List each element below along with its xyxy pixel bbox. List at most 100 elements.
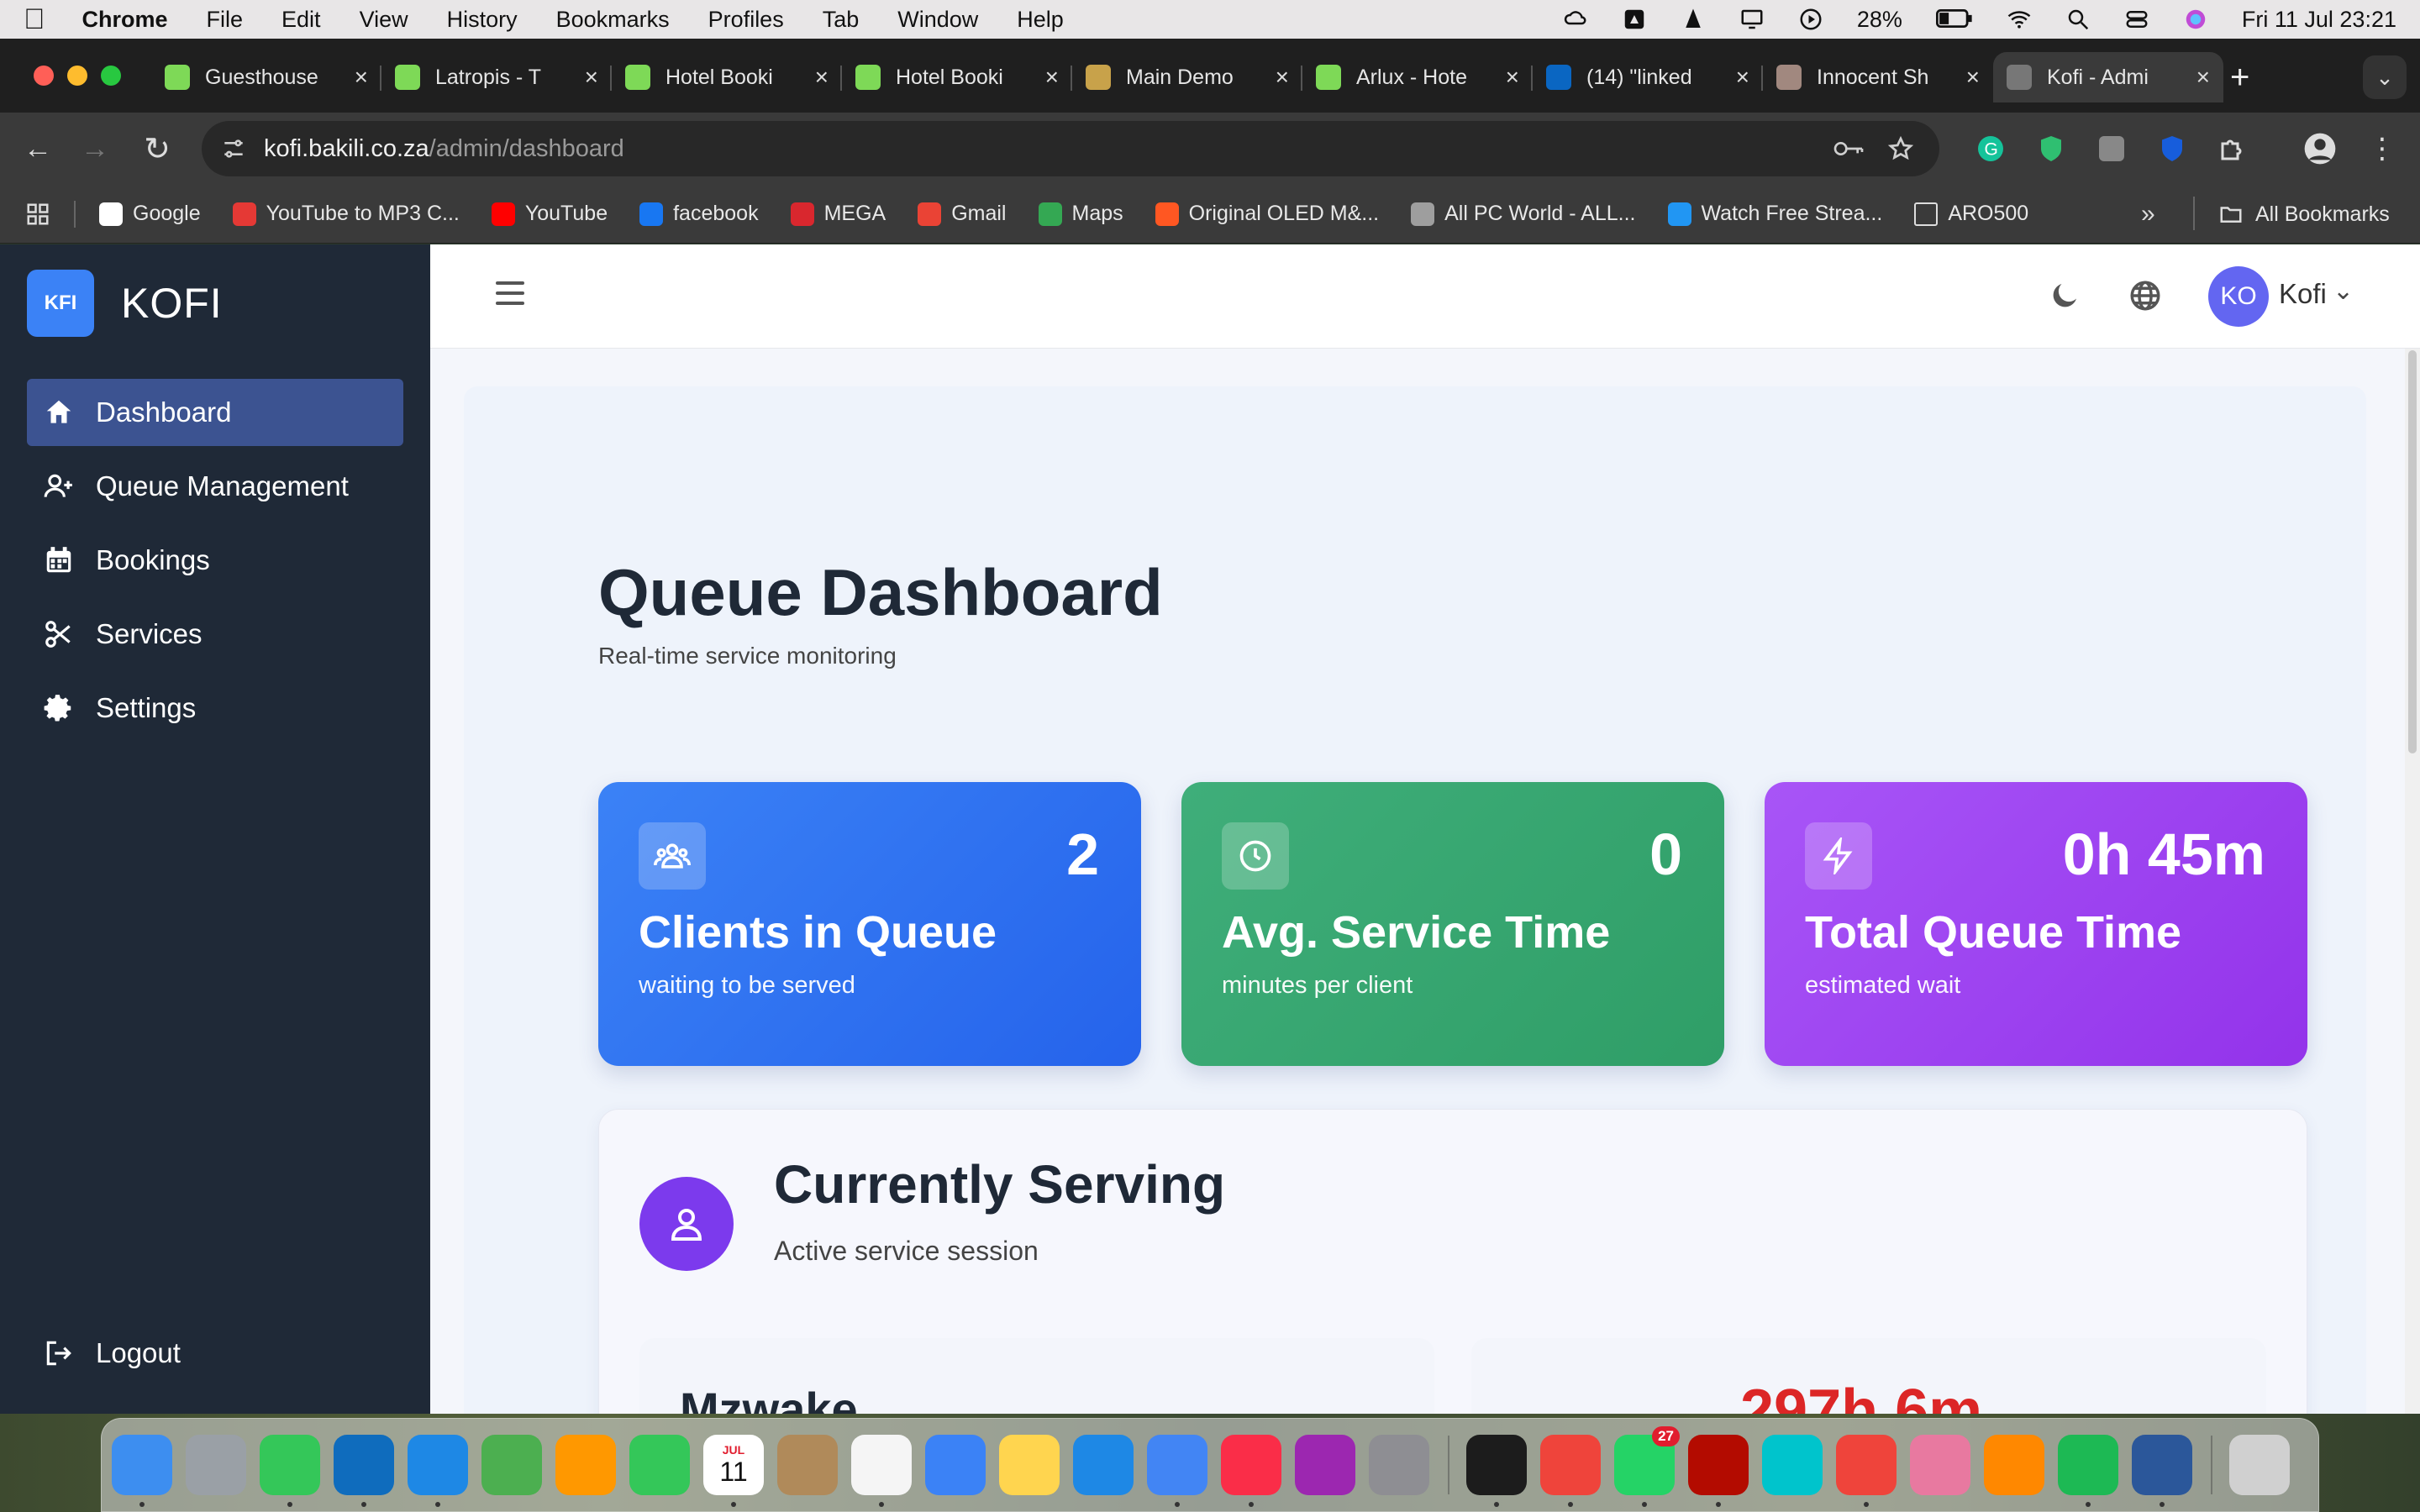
menu-edit[interactable]: Edit <box>281 7 321 33</box>
spotlight-search-icon[interactable] <box>2065 7 2091 32</box>
dock-app-system-settings-icon[interactable] <box>1369 1435 1429 1495</box>
dock-app-finder-icon[interactable] <box>112 1435 172 1507</box>
logout-button[interactable]: Logout <box>27 1320 403 1387</box>
dock-app-outlook-icon[interactable] <box>334 1435 394 1507</box>
sidebar-item-dashboard[interactable]: Dashboard <box>27 379 403 446</box>
translate-extension-icon[interactable] <box>2094 131 2129 166</box>
bookmark-item[interactable]: Watch Free Strea... <box>1667 202 1882 226</box>
vlc-tray-icon[interactable] <box>1681 7 1706 32</box>
browser-tab[interactable]: Hotel Booki × <box>612 52 842 102</box>
bookmark-item[interactable]: Original OLED M&... <box>1155 202 1379 226</box>
menu-history[interactable]: History <box>447 7 518 33</box>
language-globe-icon[interactable] <box>2128 278 2163 313</box>
dock-app-app-store-icon[interactable] <box>1073 1435 1134 1495</box>
battery-icon[interactable] <box>1935 7 1973 32</box>
dock-app-photos-icon[interactable] <box>555 1435 616 1495</box>
dock-app-contacts-icon[interactable] <box>777 1435 838 1495</box>
site-info-icon[interactable] <box>220 135 247 162</box>
user-name[interactable]: Kofi <box>2279 278 2327 310</box>
dock-app-notes-icon[interactable] <box>999 1435 1060 1495</box>
tab-close-icon[interactable]: × <box>1736 64 1749 91</box>
dock-app-chrome-icon[interactable] <box>1147 1435 1207 1507</box>
password-key-icon[interactable] <box>1832 135 1865 162</box>
menu-file[interactable]: File <box>207 7 244 33</box>
user-avatar[interactable]: KO <box>2208 266 2269 327</box>
dock-app-anydesk-icon[interactable] <box>1540 1435 1601 1507</box>
browser-tab[interactable]: Guesthouse × <box>151 52 381 102</box>
dock-app-anydesk-alt-icon[interactable] <box>1836 1435 1897 1507</box>
browser-tab[interactable]: Hotel Booki × <box>842 52 1072 102</box>
page-scrollbar[interactable] <box>2405 349 2420 1414</box>
apps-grid-icon[interactable] <box>25 202 50 227</box>
bookmark-star-icon[interactable] <box>1887 135 1914 162</box>
menu-profiles[interactable]: Profiles <box>708 7 784 33</box>
user-menu-chevron-down-icon[interactable]: ⌄ <box>2333 276 2354 306</box>
menu-view[interactable]: View <box>360 7 408 33</box>
bookmark-item[interactable]: Maps <box>1038 202 1123 226</box>
hamburger-menu-icon[interactable] <box>496 281 524 305</box>
tab-search-button[interactable]: ⌄ <box>2363 55 2407 99</box>
menu-app-name[interactable]: Chrome <box>82 7 168 33</box>
dock-app-canva-icon[interactable] <box>1762 1435 1823 1495</box>
sidebar-item-queue-management[interactable]: Queue Management <box>27 453 403 520</box>
dock-app-affinity-icon[interactable] <box>1910 1435 1970 1495</box>
bookmark-item[interactable]: YouTube <box>491 202 608 226</box>
grammarly-extension-icon[interactable]: G <box>1973 131 2008 166</box>
bookmark-item[interactable]: facebook <box>639 202 759 226</box>
scrollbar-thumb[interactable] <box>2408 350 2417 753</box>
reload-icon[interactable]: ↻ <box>139 131 175 167</box>
extensions-puzzle-icon[interactable] <box>2215 131 2250 166</box>
tab-close-icon[interactable]: × <box>585 64 598 91</box>
dock-app-messages-icon[interactable] <box>260 1435 320 1507</box>
play-circle-icon[interactable] <box>1798 7 1823 32</box>
dock-app-whatsapp-icon[interactable]: 27 <box>1614 1426 1680 1507</box>
browser-tab[interactable]: Arlux - Hote × <box>1302 52 1533 102</box>
bookmark-item[interactable]: Gmail <box>918 202 1007 226</box>
control-center-icon[interactable] <box>2124 7 2149 32</box>
apple-menu-icon[interactable]:  <box>24 3 45 36</box>
drive-icon[interactable] <box>1622 7 1647 32</box>
bookmark-item[interactable]: YouTube to MP3 C... <box>232 202 460 226</box>
wifi-icon[interactable] <box>2007 7 2032 32</box>
maximize-window-icon[interactable] <box>101 66 121 86</box>
dock-app-maps-icon[interactable] <box>481 1435 542 1495</box>
dock-app-spotify-icon[interactable] <box>2058 1435 2118 1507</box>
tab-close-icon[interactable]: × <box>815 64 829 91</box>
dock-app-calendar-icon[interactable]: JUL 11 <box>703 1435 764 1507</box>
new-tab-button[interactable]: + <box>2230 59 2249 97</box>
stat-card-clients-in-queue[interactable]: 2 Clients in Queue waiting to be served <box>598 782 1141 1066</box>
dock-app-terminal-icon[interactable] <box>1466 1435 1527 1507</box>
browser-tab[interactable]: Innocent Sh × <box>1763 52 1993 102</box>
stat-card-avg-service-time[interactable]: 0 Avg. Service Time minutes per client <box>1181 782 1724 1066</box>
forward-arrow-icon[interactable]: → <box>77 131 113 166</box>
dock-app-acrobat-icon[interactable] <box>1688 1435 1749 1507</box>
dark-mode-moon-icon[interactable] <box>2047 278 2082 313</box>
bookmark-item[interactable]: All PC World - ALL... <box>1411 202 1636 226</box>
sidebar-item-services[interactable]: Services <box>27 601 403 668</box>
dock-app-launchpad-icon[interactable] <box>186 1435 246 1495</box>
stat-card-total-queue-time[interactable]: 0h 45m Total Queue Time estimated wait <box>1765 782 2307 1066</box>
dock-app-music-icon[interactable] <box>1221 1435 1281 1507</box>
tab-close-icon[interactable]: × <box>2196 64 2210 91</box>
address-bar[interactable]: kofi.bakili.co.za/admin/dashboard <box>202 121 1939 176</box>
menu-tab[interactable]: Tab <box>823 7 860 33</box>
dock-app-reminders-icon[interactable] <box>851 1435 912 1507</box>
menu-bookmarks[interactable]: Bookmarks <box>556 7 670 33</box>
brand[interactable]: KFI KOFI <box>27 270 223 337</box>
dock-app-podcasts-icon[interactable] <box>1295 1435 1355 1495</box>
dock-app-facetime-icon[interactable] <box>629 1435 690 1495</box>
browser-tab[interactable]: Latropis - T × <box>381 52 612 102</box>
menubar-clock[interactable]: Fri 11 Jul 23:21 <box>2242 7 2396 33</box>
tab-close-icon[interactable]: × <box>1966 64 1980 91</box>
close-window-icon[interactable] <box>34 66 54 86</box>
dock-app-safari-icon[interactable] <box>408 1435 468 1507</box>
tab-close-icon[interactable]: × <box>1045 64 1059 91</box>
back-arrow-icon[interactable]: ← <box>20 131 55 166</box>
tab-close-icon[interactable]: × <box>1506 64 1519 91</box>
browser-tab[interactable]: (14) "linked × <box>1533 52 1763 102</box>
shield-extension-icon[interactable] <box>2033 131 2069 166</box>
sidebar-item-bookings[interactable]: Bookings <box>27 527 403 594</box>
creative-cloud-icon[interactable] <box>1563 7 1588 32</box>
bookmark-item[interactable]: Google <box>99 202 201 226</box>
dock-app-mail-icon[interactable] <box>925 1435 986 1495</box>
